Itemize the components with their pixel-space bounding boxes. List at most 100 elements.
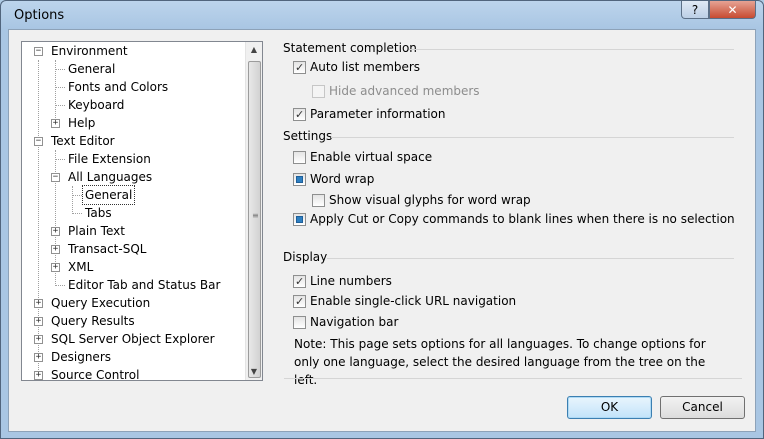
- scroll-thumb[interactable]: ≡: [248, 61, 261, 378]
- expand-icon[interactable]: +: [51, 244, 60, 254]
- single-click-url-checkbox[interactable]: Enable single-click URL navigation: [293, 294, 516, 308]
- tree-node-tabs[interactable]: Tabs: [83, 204, 114, 222]
- divider: [409, 49, 734, 50]
- tree-node-label: Keyboard: [68, 98, 125, 112]
- tree-node-transact-sql[interactable]: + Transact-SQL: [51, 240, 148, 258]
- settings-heading: Settings: [283, 129, 333, 143]
- close-icon: ✕: [727, 2, 738, 17]
- collapse-icon[interactable]: −: [34, 46, 43, 56]
- navigation-bar-checkbox[interactable]: Navigation bar: [293, 315, 398, 329]
- statement-completion-heading: Statement completion: [283, 41, 417, 55]
- auto-list-members-checkbox[interactable]: Auto list members: [293, 60, 420, 74]
- hide-advanced-members-checkbox: Hide advanced members: [312, 84, 480, 98]
- tree-node-environment-general[interactable]: General: [66, 60, 117, 78]
- tree-node-source-control[interactable]: + Source Control: [34, 366, 141, 380]
- checkbox-box[interactable]: [293, 172, 306, 186]
- grip-icon: ≡: [252, 211, 259, 220]
- checkbox-box[interactable]: [312, 193, 325, 207]
- checkbox-box: [312, 84, 325, 98]
- apply-cut-copy-checkbox[interactable]: Apply Cut or Copy commands to blank line…: [293, 212, 735, 226]
- checkbox-label: Hide advanced members: [329, 84, 480, 98]
- tree-node-label: XML: [68, 260, 94, 274]
- tree-node-designers[interactable]: + Designers: [34, 348, 113, 366]
- tree-node-plain-text[interactable]: + Plain Text: [51, 222, 127, 240]
- tree-node-query-execution[interactable]: + Query Execution: [34, 294, 152, 312]
- checkbox-box[interactable]: [293, 107, 306, 121]
- tree-node-label: All Languages: [68, 170, 153, 184]
- scroll-down-icon[interactable]: ▼: [246, 364, 262, 380]
- tree-node-keyboard[interactable]: Keyboard: [66, 96, 126, 114]
- expand-icon[interactable]: +: [51, 262, 60, 272]
- checkbox-label: Apply Cut or Copy commands to blank line…: [310, 212, 735, 226]
- close-button[interactable]: ✕: [709, 1, 756, 19]
- expand-icon[interactable]: +: [34, 352, 43, 362]
- tree-node-label: Plain Text: [68, 224, 125, 238]
- line-numbers-checkbox[interactable]: Line numbers: [293, 274, 392, 288]
- checkbox-box[interactable]: [293, 274, 306, 288]
- tree-node-label: Editor Tab and Status Bar: [68, 278, 221, 292]
- expand-icon[interactable]: +: [34, 370, 43, 380]
- checkbox-label: Show visual glyphs for word wrap: [329, 193, 531, 207]
- tree-node-label: General: [68, 62, 116, 76]
- collapse-icon[interactable]: −: [34, 136, 43, 146]
- expand-icon[interactable]: +: [51, 118, 60, 128]
- tree-node-text-editor[interactable]: − Text Editor: [34, 132, 117, 150]
- checkbox-box[interactable]: [293, 294, 306, 308]
- checkbox-label: Enable single-click URL navigation: [310, 294, 517, 308]
- collapse-icon[interactable]: −: [51, 172, 60, 182]
- checkbox-label: Line numbers: [310, 274, 392, 288]
- scroll-up-icon[interactable]: ▲: [246, 42, 262, 58]
- expand-icon[interactable]: +: [34, 298, 43, 308]
- tree-node-fonts-and-colors[interactable]: Fonts and Colors: [66, 78, 170, 96]
- divider: [327, 258, 734, 259]
- note-text: Note: This page sets options for all lan…: [294, 337, 706, 387]
- tree-node-label-selected: General: [81, 185, 136, 205]
- checkbox-label: Auto list members: [310, 60, 421, 74]
- window-title: Options: [14, 8, 65, 23]
- checkbox-label: Word wrap: [310, 172, 375, 186]
- tree-node-editor-tab-status-bar[interactable]: Editor Tab and Status Bar: [66, 276, 222, 294]
- help-button[interactable]: ?: [681, 1, 709, 19]
- checkbox-box[interactable]: [293, 150, 306, 164]
- tree-node-sql-server-object-explorer[interactable]: + SQL Server Object Explorer: [34, 330, 217, 348]
- tree-node-environment[interactable]: − Environment: [34, 42, 130, 60]
- word-wrap-checkbox[interactable]: Word wrap: [293, 172, 374, 186]
- checkbox-box[interactable]: [293, 315, 306, 329]
- options-tree[interactable]: − Environment General Fonts and Colors K…: [21, 41, 263, 381]
- show-visual-glyphs-checkbox[interactable]: Show visual glyphs for word wrap: [312, 193, 531, 207]
- tree-node-label: Query Results: [51, 314, 135, 328]
- checkbox-box[interactable]: [293, 60, 306, 74]
- tree-node-help[interactable]: + Help: [51, 114, 97, 132]
- tree-node-label: Source Control: [51, 368, 140, 380]
- dialog-body: − Environment General Fonts and Colors K…: [8, 29, 756, 432]
- checkbox-box[interactable]: [293, 212, 306, 226]
- tree-node-label: Tabs: [85, 206, 112, 220]
- title-bar[interactable]: Options ? ✕: [1, 1, 763, 29]
- tree-node-label: Fonts and Colors: [68, 80, 169, 94]
- tree-node-file-extension[interactable]: File Extension: [66, 150, 153, 168]
- tree-node-label: Environment: [51, 44, 128, 58]
- divider: [284, 378, 742, 379]
- expand-icon[interactable]: +: [34, 334, 43, 344]
- tree-content: − Environment General Fonts and Colors K…: [22, 42, 246, 380]
- expand-icon[interactable]: +: [34, 316, 43, 326]
- tree-node-label: Text Editor: [51, 134, 115, 148]
- tree-node-query-results[interactable]: + Query Results: [34, 312, 137, 330]
- tree-node-label: Help: [68, 116, 96, 130]
- expand-icon[interactable]: +: [51, 226, 60, 236]
- tree-node-label: File Extension: [68, 152, 151, 166]
- enable-virtual-space-checkbox[interactable]: Enable virtual space: [293, 150, 432, 164]
- tree-node-label: Designers: [51, 350, 111, 364]
- parameter-information-checkbox[interactable]: Parameter information: [293, 107, 446, 121]
- options-dialog: Options ? ✕ − Environment General Fonts …: [0, 0, 764, 439]
- checkbox-label: Enable virtual space: [310, 150, 433, 164]
- tree-node-xml[interactable]: + XML: [51, 258, 95, 276]
- tree-scrollbar[interactable]: ▲ ≡ ▼: [245, 42, 262, 380]
- tree-node-label: SQL Server Object Explorer: [51, 332, 215, 346]
- checkbox-label: Parameter information: [310, 107, 446, 121]
- ok-button[interactable]: OK: [567, 396, 652, 419]
- cancel-button[interactable]: Cancel: [660, 396, 745, 419]
- tree-node-all-languages-general[interactable]: General: [81, 185, 136, 205]
- tree-node-all-languages[interactable]: − All Languages: [51, 168, 154, 186]
- divider: [331, 137, 734, 138]
